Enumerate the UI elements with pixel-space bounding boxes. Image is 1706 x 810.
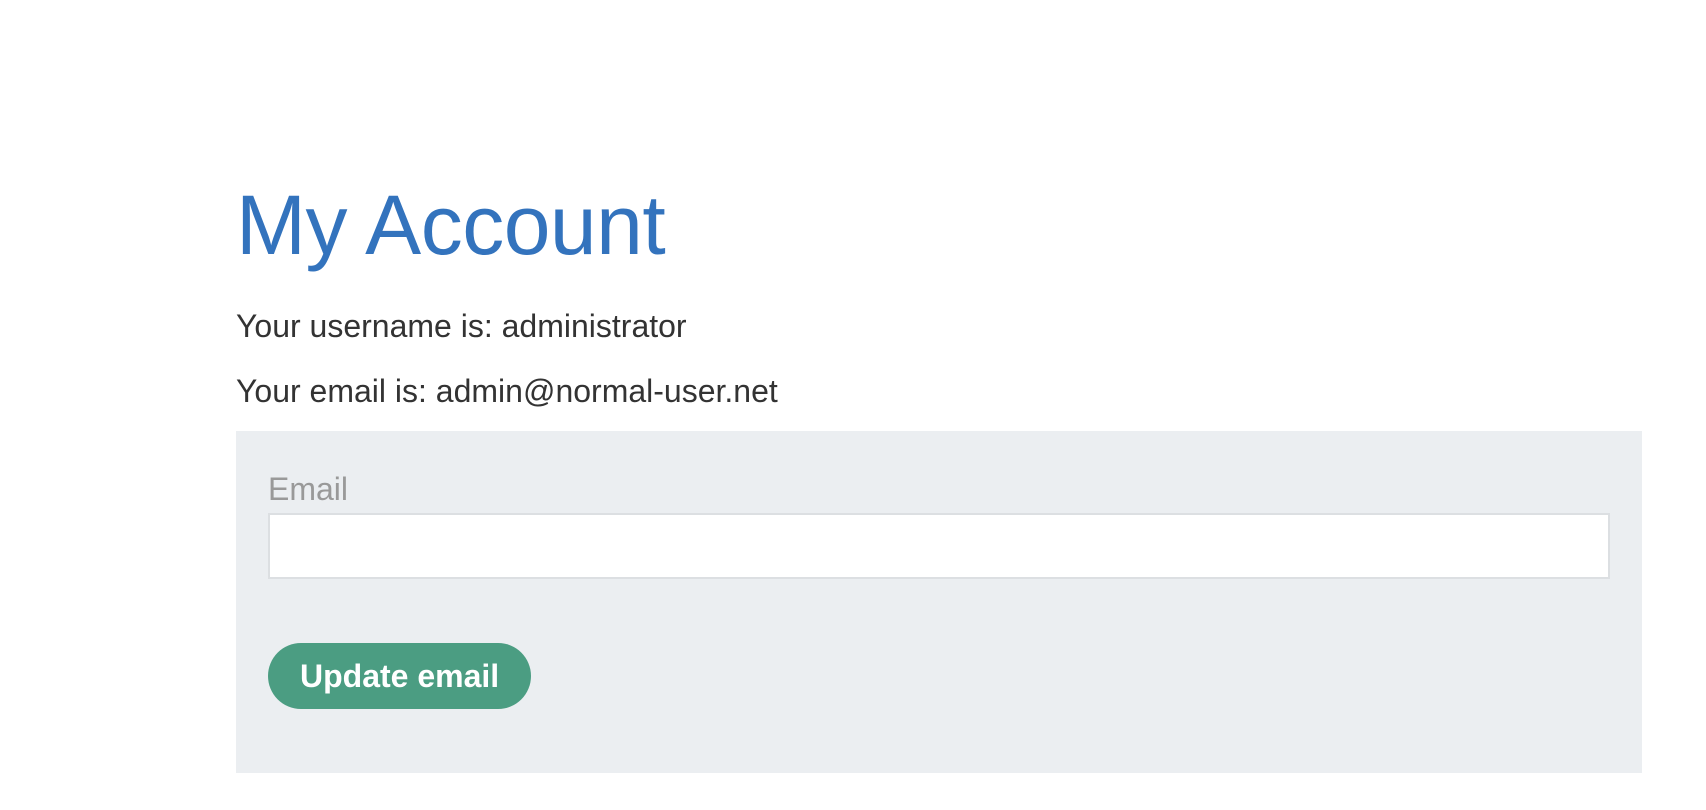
email-input[interactable]: [268, 513, 1610, 579]
update-email-button[interactable]: Update email: [268, 643, 532, 709]
page: My Account Your username is: administrat…: [0, 0, 1706, 810]
change-email-form: Email Update email: [236, 431, 1642, 773]
account-content: My Account Your username is: administrat…: [236, 170, 1642, 773]
email-info: Your email is: admin@normal-user.net: [236, 373, 778, 409]
username-info: Your username is: administrator: [236, 308, 687, 344]
email-label: Email: [268, 471, 349, 507]
page-title: My Account: [236, 178, 666, 272]
